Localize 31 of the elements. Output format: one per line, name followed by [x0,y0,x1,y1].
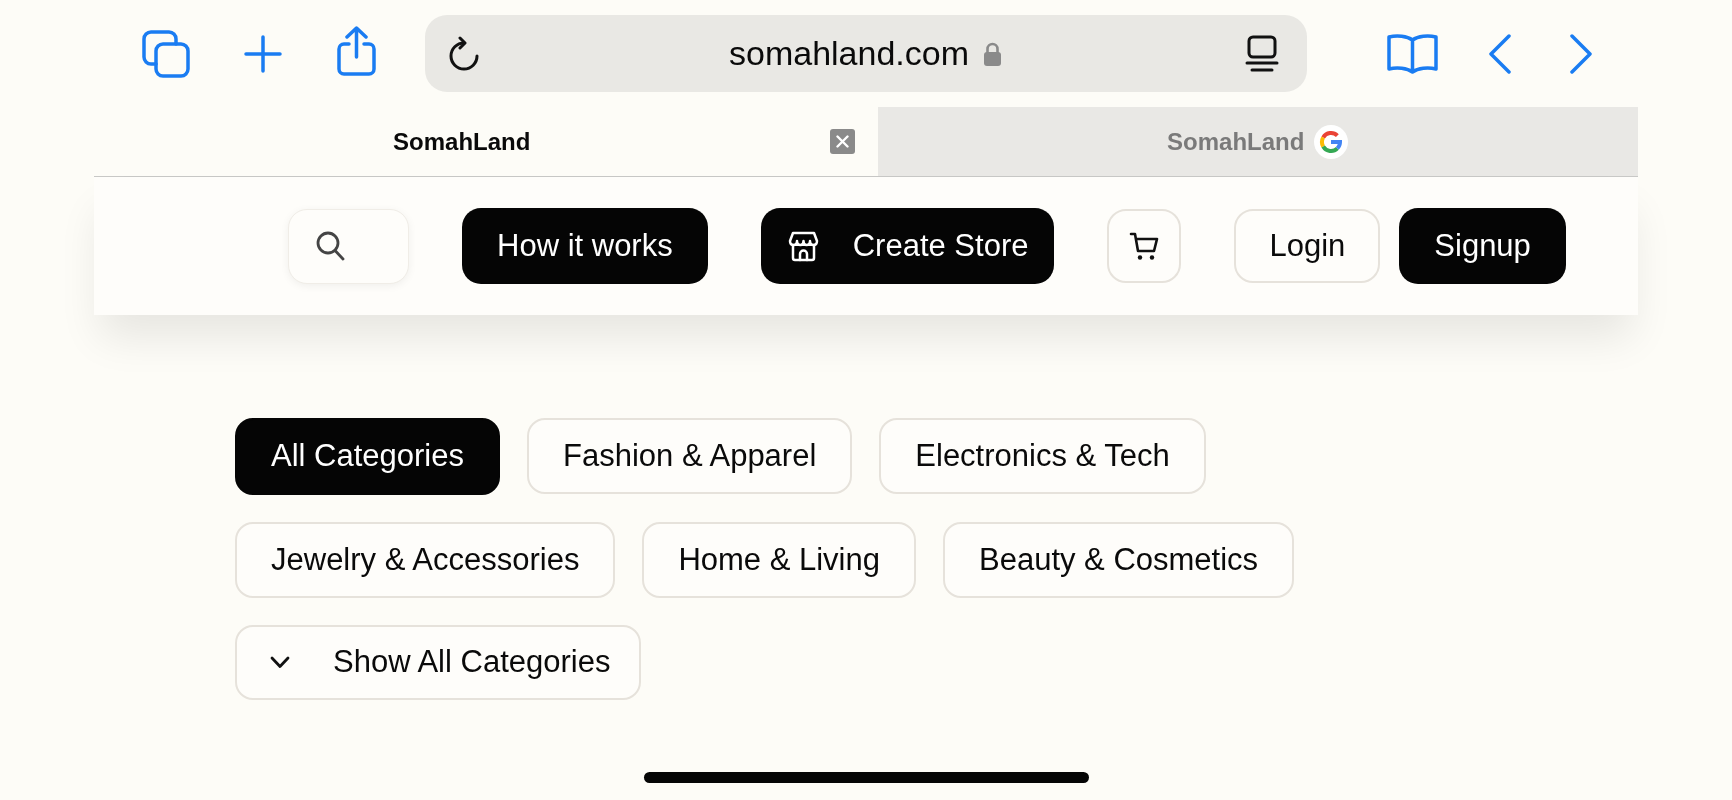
cart-icon [1128,230,1160,262]
cart-button[interactable] [1107,209,1182,283]
store-icon [787,230,819,262]
search-button[interactable] [288,208,409,284]
page-menu-icon[interactable] [1245,35,1279,72]
category-chip[interactable]: Beauty & Cosmetics [943,522,1295,598]
search-icon [316,231,345,261]
close-button[interactable] [829,129,855,154]
tabs-icon[interactable] [142,29,190,78]
book-icon[interactable] [1387,33,1438,74]
address-bar[interactable]: somahland.com [425,15,1307,92]
close-icon [835,135,849,148]
plus-icon[interactable] [244,34,282,73]
reload-icon[interactable] [448,35,480,72]
favicon-icon [1314,124,1349,159]
category-chip[interactable]: Electronics & Tech [879,418,1206,494]
browser-tab[interactable]: SomahLand [877,107,1638,176]
category-chip[interactable]: Fashion & Apparel [527,418,853,494]
category-chip[interactable]: All Categories [235,418,500,495]
url-text: somahland.com [729,33,969,74]
share-icon[interactable] [336,25,377,76]
category-chip[interactable]: Jewelry & Accessories [235,522,616,598]
lock-icon [983,40,1002,67]
forward-icon[interactable] [1570,33,1592,74]
back-icon[interactable] [1489,33,1511,74]
nav-button[interactable]: Signup [1399,208,1566,284]
category-chip[interactable]: Home & Living [642,522,916,598]
nav-button[interactable]: Login [1234,209,1381,283]
nav-button[interactable]: How it works [462,208,708,284]
show-all-button[interactable]: Show All Categories [235,625,642,700]
create-store-button[interactable]: Create Store [760,208,1055,284]
